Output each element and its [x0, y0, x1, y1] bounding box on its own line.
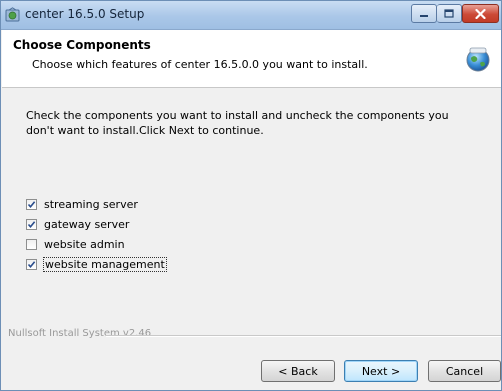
- minimize-icon: [420, 14, 428, 17]
- title-bar[interactable]: center 16.5.0 Setup: [1, 1, 501, 30]
- installer-globe-icon: [466, 47, 490, 72]
- component-label: website management: [43, 256, 167, 272]
- checkbox-checked-icon: [27, 260, 36, 268]
- maximize-button[interactable]: [437, 4, 462, 23]
- instructions-text: Check the components you want to install…: [26, 109, 449, 137]
- component-website-management[interactable]: website management: [26, 256, 167, 272]
- component-label: gateway server: [44, 217, 130, 231]
- setup-window: center 16.5.0 Setup Choose Components Ch…: [0, 0, 502, 391]
- checkbox-checked-icon: [27, 200, 36, 208]
- gateway-server-checkbox[interactable]: [26, 218, 37, 230]
- checkbox-checked-icon: [27, 220, 36, 228]
- component-label: website admin: [44, 237, 125, 251]
- next-button[interactable]: Next >: [344, 360, 418, 382]
- streaming-server-checkbox[interactable]: [26, 198, 37, 210]
- minimize-button[interactable]: [411, 4, 437, 23]
- component-label: streaming server: [44, 197, 138, 211]
- component-website-admin[interactable]: website admin: [26, 236, 126, 252]
- nsis-branding: Nullsoft Install System v2.46: [8, 328, 152, 339]
- page-subtitle: Choose which features of center 16.5.0.0…: [32, 58, 368, 71]
- window-title: center 16.5.0 Setup: [25, 7, 145, 21]
- footer-divider: [106, 335, 501, 337]
- component-gateway-server[interactable]: gateway server: [26, 216, 130, 232]
- component-streaming-server[interactable]: streaming server: [26, 196, 139, 212]
- page-header: Choose Components Choose which features …: [2, 30, 501, 88]
- close-icon: [475, 8, 486, 19]
- installer-globe-icon: [5, 7, 20, 22]
- back-button[interactable]: < Back: [261, 360, 335, 382]
- page-title: Choose Components: [13, 38, 151, 52]
- cancel-button[interactable]: Cancel: [428, 360, 501, 382]
- website-admin-checkbox[interactable]: [26, 238, 37, 250]
- close-button[interactable]: [462, 4, 499, 23]
- maximize-icon: [444, 9, 454, 18]
- website-management-checkbox[interactable]: [26, 258, 37, 270]
